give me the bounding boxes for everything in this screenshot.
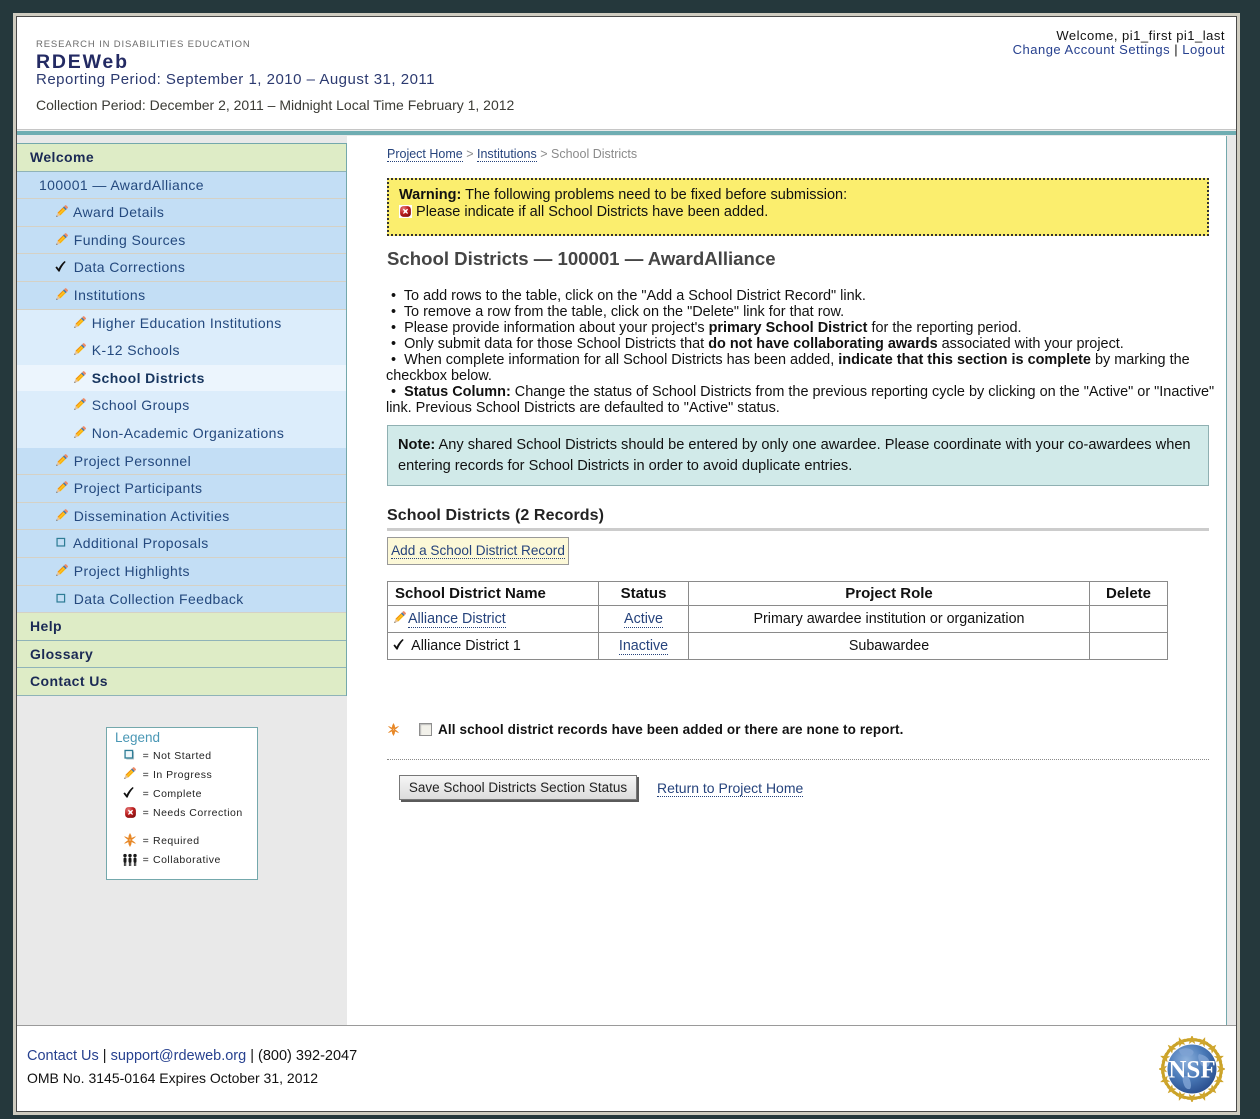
svg-text:NSF: NSF — [1168, 1057, 1215, 1084]
